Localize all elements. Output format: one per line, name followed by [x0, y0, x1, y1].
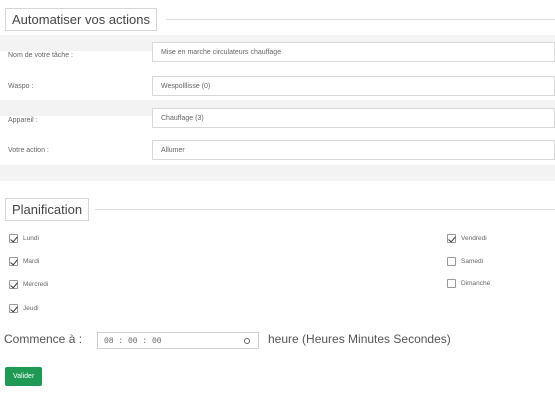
checkbox-tuesday[interactable] — [9, 257, 18, 266]
submit-button[interactable]: Valider — [5, 367, 43, 386]
day-thursday[interactable]: Jeudi — [9, 303, 39, 314]
checkbox-friday[interactable] — [447, 234, 456, 243]
day-label: Vendredi — [461, 235, 487, 242]
section-title-planning: Planification — [5, 198, 90, 221]
time-unit-text: heure (Heures Minutes Secondes) — [268, 332, 451, 346]
day-label: Mercredi — [23, 281, 49, 288]
action-label: Votre action : — [8, 147, 49, 154]
task-name-input[interactable]: Mise en marche circulateurs chauffage — [152, 42, 555, 62]
checkbox-sunday[interactable] — [447, 279, 456, 288]
row-band — [0, 165, 555, 181]
clock-icon[interactable] — [244, 338, 250, 344]
device-select[interactable]: Chauffage (3) — [152, 108, 555, 128]
waspo-select[interactable]: Wespolllisse (0) — [152, 76, 555, 96]
day-saturday[interactable]: Samedi — [447, 256, 483, 267]
day-sunday[interactable]: Dimanche — [447, 278, 490, 289]
checkbox-saturday[interactable] — [447, 257, 456, 266]
day-friday[interactable]: Vendredi — [447, 233, 487, 244]
day-label: Mardi — [23, 258, 40, 265]
day-label: Dimanche — [461, 280, 491, 287]
day-monday[interactable]: Lundi — [9, 233, 39, 244]
section-divider — [166, 19, 555, 20]
day-wednesday[interactable]: Mercredi — [9, 279, 48, 290]
checkbox-wednesday[interactable] — [9, 280, 18, 289]
checkbox-thursday[interactable] — [9, 304, 18, 313]
day-label: Samedi — [461, 258, 484, 265]
start-time-input[interactable]: 08 : 00 : 00 — [97, 332, 259, 349]
action-select[interactable]: Allumer — [152, 140, 555, 160]
device-label: Appareil : — [8, 117, 38, 124]
day-label: Lundi — [23, 235, 39, 242]
day-tuesday[interactable]: Mardi — [9, 256, 39, 267]
day-label: Jeudi — [23, 305, 39, 312]
task-name-label: Nom de votre tâche : — [8, 52, 73, 59]
waspo-label: Waspo : — [8, 83, 34, 90]
section-divider — [95, 209, 555, 210]
start-time-label: Commence à : — [4, 332, 83, 346]
checkbox-monday[interactable] — [9, 234, 18, 243]
section-title-automation: Automatiser vos actions — [5, 8, 158, 31]
